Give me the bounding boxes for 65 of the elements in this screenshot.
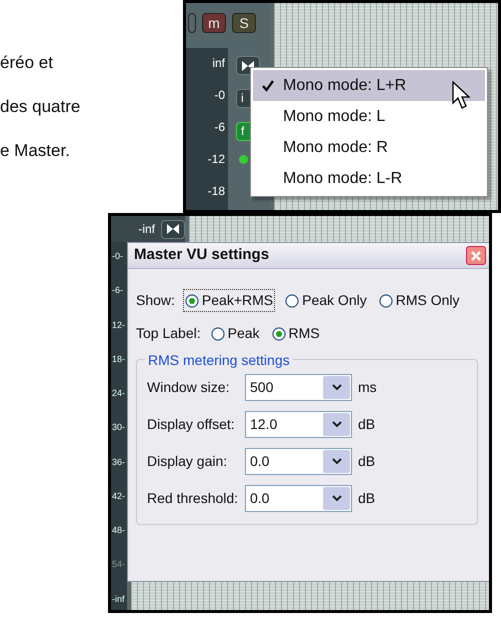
led-icon xyxy=(239,155,248,164)
mouse-pointer-icon xyxy=(452,81,472,111)
body-text: des quatre xyxy=(0,96,82,118)
meter-scale-label: 30- xyxy=(112,421,126,434)
unit-label: dB xyxy=(358,489,376,508)
dropdown-button[interactable] xyxy=(323,376,350,399)
dropdown-button[interactable] xyxy=(323,487,350,510)
dropdown-field[interactable]: 500 xyxy=(245,374,352,401)
chevron-down-icon xyxy=(332,458,342,465)
meter-scale-label: -0 xyxy=(214,87,225,104)
field-label: Red threshold: xyxy=(147,489,240,508)
radio-icon xyxy=(285,294,300,308)
unit-label: dB xyxy=(358,452,376,471)
dropdown-button[interactable] xyxy=(323,413,350,436)
unit-label: dB xyxy=(358,415,376,434)
meter-scale-label: 48- xyxy=(112,524,126,537)
track-button[interactable] xyxy=(188,13,196,33)
field-label: Display gain: xyxy=(147,452,228,471)
meter-scale-label: -inf xyxy=(137,221,155,238)
mute-button[interactable]: m xyxy=(202,13,226,33)
bowtie-icon xyxy=(166,223,180,236)
body-text: éréo et xyxy=(0,52,54,74)
field-label: Display offset: xyxy=(147,415,236,434)
field-label: Window size: xyxy=(147,378,230,397)
meter-scale-label: -18 xyxy=(208,183,225,200)
chevron-down-icon xyxy=(332,384,342,391)
dropdown-field[interactable]: 12.0 xyxy=(245,411,352,438)
menu-item[interactable]: Mono mode: L+R xyxy=(253,70,485,101)
body-text: e Master. xyxy=(0,140,71,162)
radio-option[interactable]: Peak+RMS xyxy=(182,289,276,312)
mono-stereo-button[interactable] xyxy=(161,220,185,238)
radio-option[interactable]: Peak Only xyxy=(283,289,369,312)
meter-scale-label: -inf xyxy=(112,592,126,606)
meter-scale-label: -0- xyxy=(112,250,124,263)
meter-scale-label: 24- xyxy=(112,387,126,400)
dropdown-button[interactable] xyxy=(323,450,350,473)
meter-scale-label: 18- xyxy=(112,352,126,366)
chevron-down-icon xyxy=(332,421,342,428)
dialog-title: Master VU settings xyxy=(134,245,270,266)
checkmark-icon xyxy=(261,78,275,92)
solo-button[interactable]: S xyxy=(232,13,256,33)
meter-scale-label: 42- xyxy=(112,490,126,503)
radio-option[interactable]: Peak xyxy=(208,322,262,345)
dropdown-field[interactable]: 0.0 xyxy=(245,448,352,475)
meter-scale-label: 36- xyxy=(112,456,126,468)
close-button[interactable] xyxy=(466,246,486,265)
radio-icon xyxy=(184,294,199,308)
close-icon xyxy=(471,250,481,260)
meter-scale-label: -6 xyxy=(214,119,225,136)
radio-icon xyxy=(272,326,286,340)
menu-item[interactable]: Mono mode: L-R xyxy=(253,163,485,194)
meter-scale-label: 54- xyxy=(112,558,126,572)
chevron-down-icon xyxy=(332,495,342,502)
field-label: Top Label: xyxy=(136,324,201,343)
unit-label: ms xyxy=(358,378,377,397)
meter-scale-label: -6- xyxy=(112,284,124,298)
field-label: Show: xyxy=(136,291,175,310)
radio-option[interactable]: RMS Only xyxy=(376,289,462,312)
radio-icon xyxy=(210,326,225,340)
meter-scale-label: 12- xyxy=(112,318,126,332)
radio-option[interactable]: RMS xyxy=(270,322,322,345)
meter-scale-label: -12 xyxy=(208,151,225,168)
meter-scale-label: inf xyxy=(212,55,225,72)
dropdown-field[interactable]: 0.0 xyxy=(245,485,352,512)
radio-icon xyxy=(378,294,393,308)
